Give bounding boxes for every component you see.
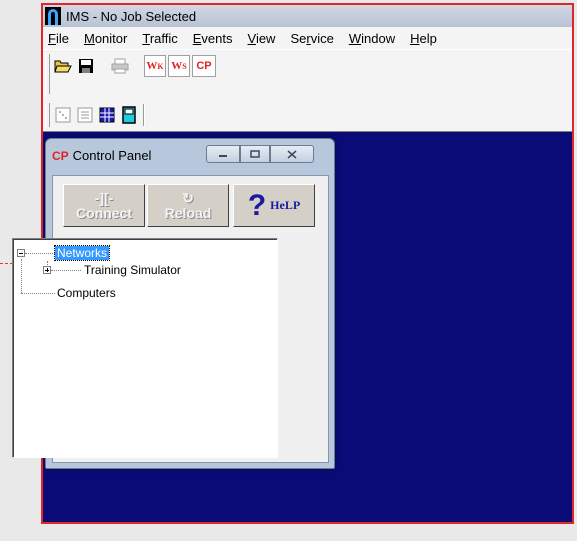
open-folder-button[interactable] bbox=[52, 55, 74, 77]
reload-label: Reload bbox=[164, 204, 212, 221]
ims-app-icon[interactable] bbox=[45, 7, 61, 25]
menu-help[interactable]: Help bbox=[410, 31, 437, 46]
open-folder-icon bbox=[54, 60, 72, 73]
toolbar-grip-2[interactable] bbox=[45, 103, 50, 127]
menu-view[interactable]: View bbox=[248, 31, 276, 46]
tree-branch bbox=[21, 292, 55, 294]
menu-events[interactable]: Events bbox=[193, 31, 233, 46]
list-view-button[interactable] bbox=[74, 104, 96, 126]
maximize-button[interactable] bbox=[240, 145, 270, 163]
networks-label: Networks bbox=[53, 245, 111, 261]
tree-branch bbox=[25, 252, 55, 254]
tree-item-networks[interactable]: Networks bbox=[17, 245, 111, 261]
help-label: HeLP bbox=[270, 198, 301, 212]
menu-traffic[interactable]: Traffic bbox=[142, 31, 177, 46]
menu-window[interactable]: Window bbox=[349, 31, 395, 46]
secondary-toolbar bbox=[43, 99, 572, 132]
title-bar[interactable]: IMS - No Job Selected bbox=[43, 5, 572, 27]
main-toolbar: WK WS CP bbox=[43, 49, 572, 100]
help-button[interactable]: ? HeLP bbox=[233, 184, 315, 227]
device-icon bbox=[122, 106, 136, 124]
network-tree-view[interactable]: Networks Training Simulator Computers bbox=[12, 238, 278, 458]
menu-monitor[interactable]: Monitor bbox=[84, 31, 127, 46]
close-icon bbox=[287, 149, 297, 159]
cp-logo: CP bbox=[52, 148, 69, 163]
computers-label: Computers bbox=[57, 286, 116, 300]
blue-grid-icon bbox=[99, 107, 115, 123]
floppy-disk-icon bbox=[79, 59, 93, 73]
close-button[interactable] bbox=[270, 145, 314, 163]
reload-icon: ↻ bbox=[182, 189, 194, 206]
dotted-grid-icon bbox=[55, 107, 71, 123]
maximize-icon bbox=[250, 150, 260, 158]
device-button[interactable] bbox=[118, 104, 140, 126]
minimize-button[interactable] bbox=[206, 145, 240, 163]
grid-small-button[interactable] bbox=[52, 104, 74, 126]
print-button[interactable] bbox=[109, 55, 131, 77]
collapse-icon[interactable] bbox=[17, 249, 25, 257]
connect-label: Connect bbox=[76, 204, 132, 221]
window-title: IMS - No Job Selected bbox=[66, 8, 197, 24]
printer-icon bbox=[111, 58, 129, 74]
connect-button[interactable]: -][- Connect bbox=[63, 184, 145, 227]
menu-bar: File Monitor Traffic Events View Service… bbox=[43, 27, 572, 49]
tree-item-computers[interactable]: Computers bbox=[21, 285, 116, 301]
toolbar-separator bbox=[143, 104, 145, 126]
training-simulator-label: Training Simulator bbox=[84, 263, 181, 277]
minimize-icon bbox=[219, 155, 227, 157]
control-panel-button[interactable]: CP bbox=[192, 55, 216, 77]
wk-button[interactable]: WK bbox=[144, 55, 166, 77]
list-icon bbox=[77, 107, 93, 123]
grid-view-button[interactable] bbox=[96, 104, 118, 126]
question-mark-icon: ? bbox=[247, 188, 267, 222]
save-button[interactable] bbox=[75, 55, 97, 77]
toolbar-grip[interactable] bbox=[45, 54, 50, 94]
menu-service[interactable]: Service bbox=[290, 31, 333, 46]
control-panel-title-bar[interactable]: CP Control Panel bbox=[52, 148, 151, 163]
menu-file[interactable]: File bbox=[48, 31, 69, 46]
control-panel-title: Control Panel bbox=[72, 148, 152, 163]
reload-button[interactable]: ↻ Reload bbox=[147, 184, 229, 227]
connect-icon: -][- bbox=[94, 189, 114, 206]
expand-icon[interactable] bbox=[43, 266, 51, 274]
tree-branch bbox=[51, 269, 81, 271]
ws-button[interactable]: WS bbox=[168, 55, 190, 77]
tree-item-training-simulator[interactable]: Training Simulator bbox=[43, 262, 181, 278]
